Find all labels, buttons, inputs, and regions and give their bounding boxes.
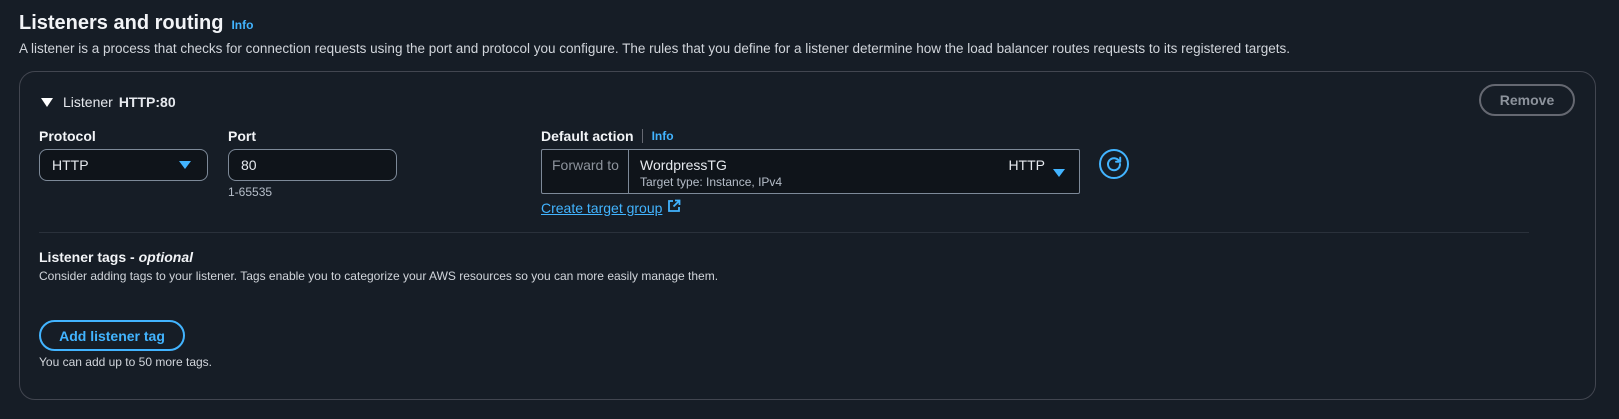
section-description: A listener is a process that checks for … xyxy=(19,41,1290,56)
listener-panel: Listener HTTP:80 Remove Protocol HTTP Po… xyxy=(19,71,1596,400)
target-group-name: WordpressTG xyxy=(640,157,727,173)
protocol-selected-value: HTTP xyxy=(52,157,89,173)
create-target-group-label: Create target group xyxy=(541,199,663,216)
protocol-label: Protocol xyxy=(39,128,96,144)
create-target-group-link[interactable]: Create target group xyxy=(541,199,681,216)
listener-label: Listener xyxy=(63,94,113,110)
default-action-info-link[interactable]: Info xyxy=(652,129,674,143)
label-divider xyxy=(641,129,643,143)
refresh-icon[interactable] xyxy=(1099,149,1129,179)
optional-label: optional xyxy=(138,249,194,265)
external-link-icon xyxy=(667,199,681,216)
forward-to-label: Forward to xyxy=(542,150,629,193)
target-group-details: Target type: Instance, IPv4 xyxy=(640,175,783,189)
listener-tags-title-text: Listener tags - xyxy=(39,249,139,265)
default-action-select: Forward to WordpressTG Target type: Inst… xyxy=(541,149,1080,194)
listener-tags-description: Consider adding tags to your listener. T… xyxy=(39,269,719,283)
section-header: Listeners and routing Info xyxy=(19,12,253,35)
default-action-header: Default action Info xyxy=(541,128,674,144)
section-info-link[interactable]: Info xyxy=(231,18,253,32)
port-value: 80 xyxy=(241,157,257,173)
remove-button[interactable]: Remove xyxy=(1479,84,1575,116)
add-listener-tag-button[interactable]: Add listener tag xyxy=(39,320,185,351)
listener-header[interactable]: Listener HTTP:80 xyxy=(41,94,176,110)
listener-tags-title: Listener tags - optional xyxy=(39,249,193,265)
port-label: Port xyxy=(228,128,256,144)
target-group-select[interactable]: WordpressTG Target type: Instance, IPv4 … xyxy=(629,150,1079,193)
section-title: Listeners and routing xyxy=(19,12,224,34)
port-hint: 1-65535 xyxy=(228,185,273,199)
port-input[interactable]: 80 xyxy=(228,149,397,181)
section-divider xyxy=(39,232,1529,233)
tags-limit-text: You can add up to 50 more tags. xyxy=(39,355,213,369)
caret-down-icon[interactable] xyxy=(41,97,53,107)
triangle-down-icon xyxy=(1053,169,1065,177)
target-group-protocol: HTTP xyxy=(1008,157,1045,173)
listener-value: HTTP:80 xyxy=(118,94,176,110)
triangle-down-icon xyxy=(179,161,191,169)
default-action-label: Default action xyxy=(541,128,634,144)
protocol-select[interactable]: HTTP xyxy=(39,149,208,181)
